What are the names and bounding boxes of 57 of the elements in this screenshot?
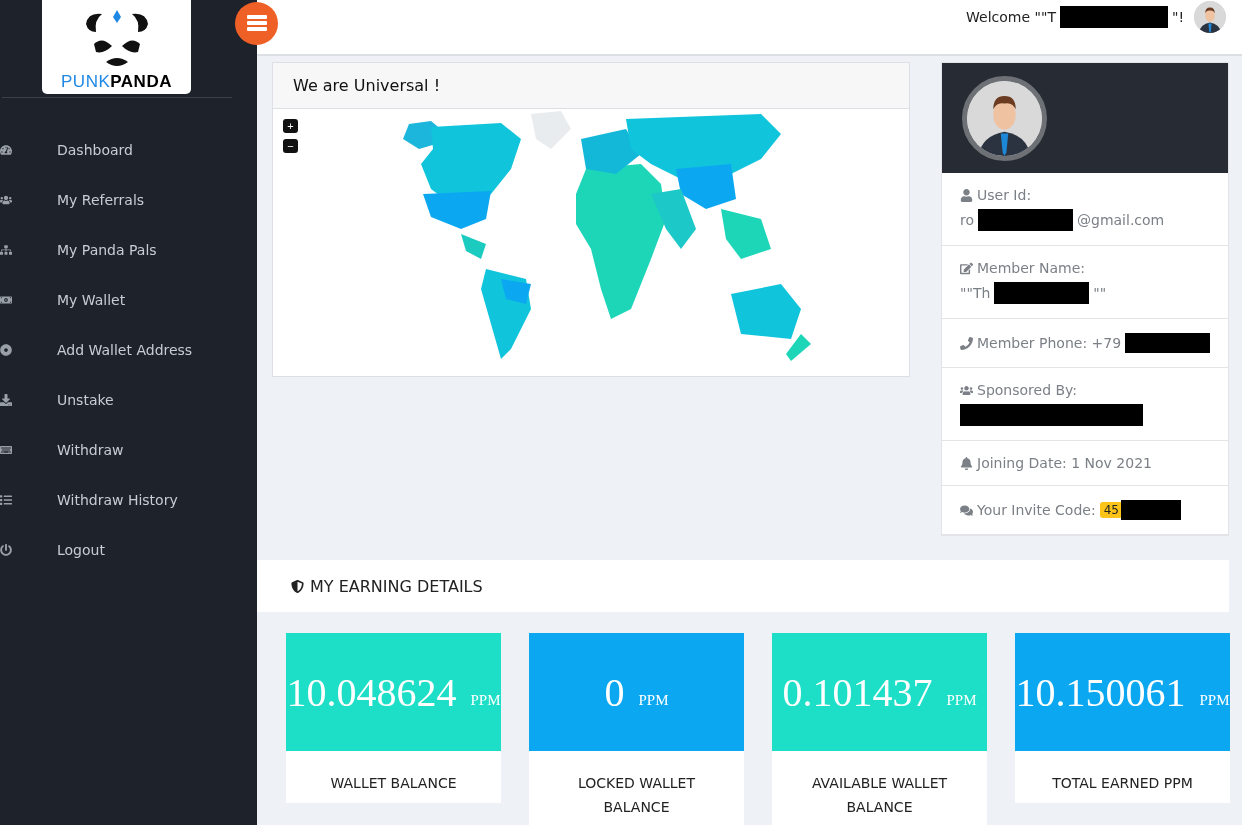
welcome-text: "! — [1171, 9, 1184, 25]
sidebar-item[interactable]: My Panda Pals — [0, 225, 257, 275]
logo-text: PUNKPANDA — [61, 72, 172, 92]
gauge-icon — [0, 144, 12, 156]
field-value: ro — [960, 212, 974, 228]
zoom-in-button[interactable]: + — [283, 119, 298, 133]
card-title: We are Universal ! — [273, 63, 909, 109]
keyboard-icon — [0, 444, 12, 456]
invite-code-badge: 45 — [1099, 502, 1123, 518]
users-icon — [0, 194, 12, 206]
sitemap-icon — [0, 244, 12, 256]
balance-label: WALLET BALANCE — [286, 751, 501, 803]
shield-icon — [291, 579, 304, 593]
unit-label: PPM — [1199, 691, 1230, 709]
balance-value: 10.048624 — [286, 668, 457, 716]
list-icon — [0, 494, 12, 506]
field-label: Your Invite Code: — [977, 502, 1096, 518]
sidebar-item[interactable]: My Referrals — [0, 175, 257, 225]
sidebar-item[interactable]: Withdraw History — [0, 475, 257, 525]
balance-value: 10.150061 — [1015, 668, 1186, 716]
field-value: ""Th — [960, 285, 991, 301]
menu-icon — [246, 15, 267, 31]
unit-label: PPM — [946, 691, 977, 709]
zoom-out-button[interactable]: − — [283, 139, 298, 153]
sidebar-item[interactable]: My Wallet — [0, 275, 257, 325]
banknote-icon — [0, 294, 12, 306]
sidebar-item[interactable]: Add Wallet Address — [0, 325, 257, 375]
phone-icon — [960, 336, 973, 350]
field-label: User Id: — [977, 187, 1032, 203]
sidebar-item[interactable]: Withdraw — [0, 425, 257, 475]
power-icon — [0, 544, 12, 556]
welcome-text: Welcome ""T — [966, 9, 1056, 25]
balance-label: AVAILABLE WALLET BALANCE — [772, 751, 987, 825]
balance-value: 0 — [604, 668, 625, 716]
sidebar-item[interactable]: Dashboard — [0, 125, 257, 175]
field-label: Member Phone: +79 — [977, 335, 1122, 351]
bell-icon — [960, 456, 973, 470]
edit-icon — [960, 261, 973, 275]
field-label: Member Name: — [977, 260, 1086, 276]
field-label: Joining Date: 1 Nov 2021 — [977, 455, 1152, 471]
user-icon — [960, 188, 973, 202]
field-value: "" — [1093, 285, 1107, 301]
balance-label: TOTAL EARNED PPM — [1015, 751, 1230, 803]
field-value: @gmail.com — [1077, 212, 1165, 228]
download-icon — [0, 394, 12, 406]
field-label: Sponsored By: — [977, 382, 1078, 398]
users-icon — [960, 383, 973, 397]
unit-label: PPM — [638, 691, 669, 709]
balance-value: 0.101437 — [782, 668, 933, 716]
redaction-bar — [1120, 500, 1181, 520]
sidebar-item[interactable]: Logout — [0, 525, 257, 575]
sidebar-item[interactable]: Unstake — [0, 375, 257, 425]
unit-label: PPM — [470, 691, 501, 709]
target-icon — [0, 344, 12, 356]
section-title: MY EARNING DETAILS — [310, 576, 483, 596]
balance-label: LOCKED WALLET BALANCE — [529, 751, 744, 825]
chat-icon — [960, 503, 973, 517]
